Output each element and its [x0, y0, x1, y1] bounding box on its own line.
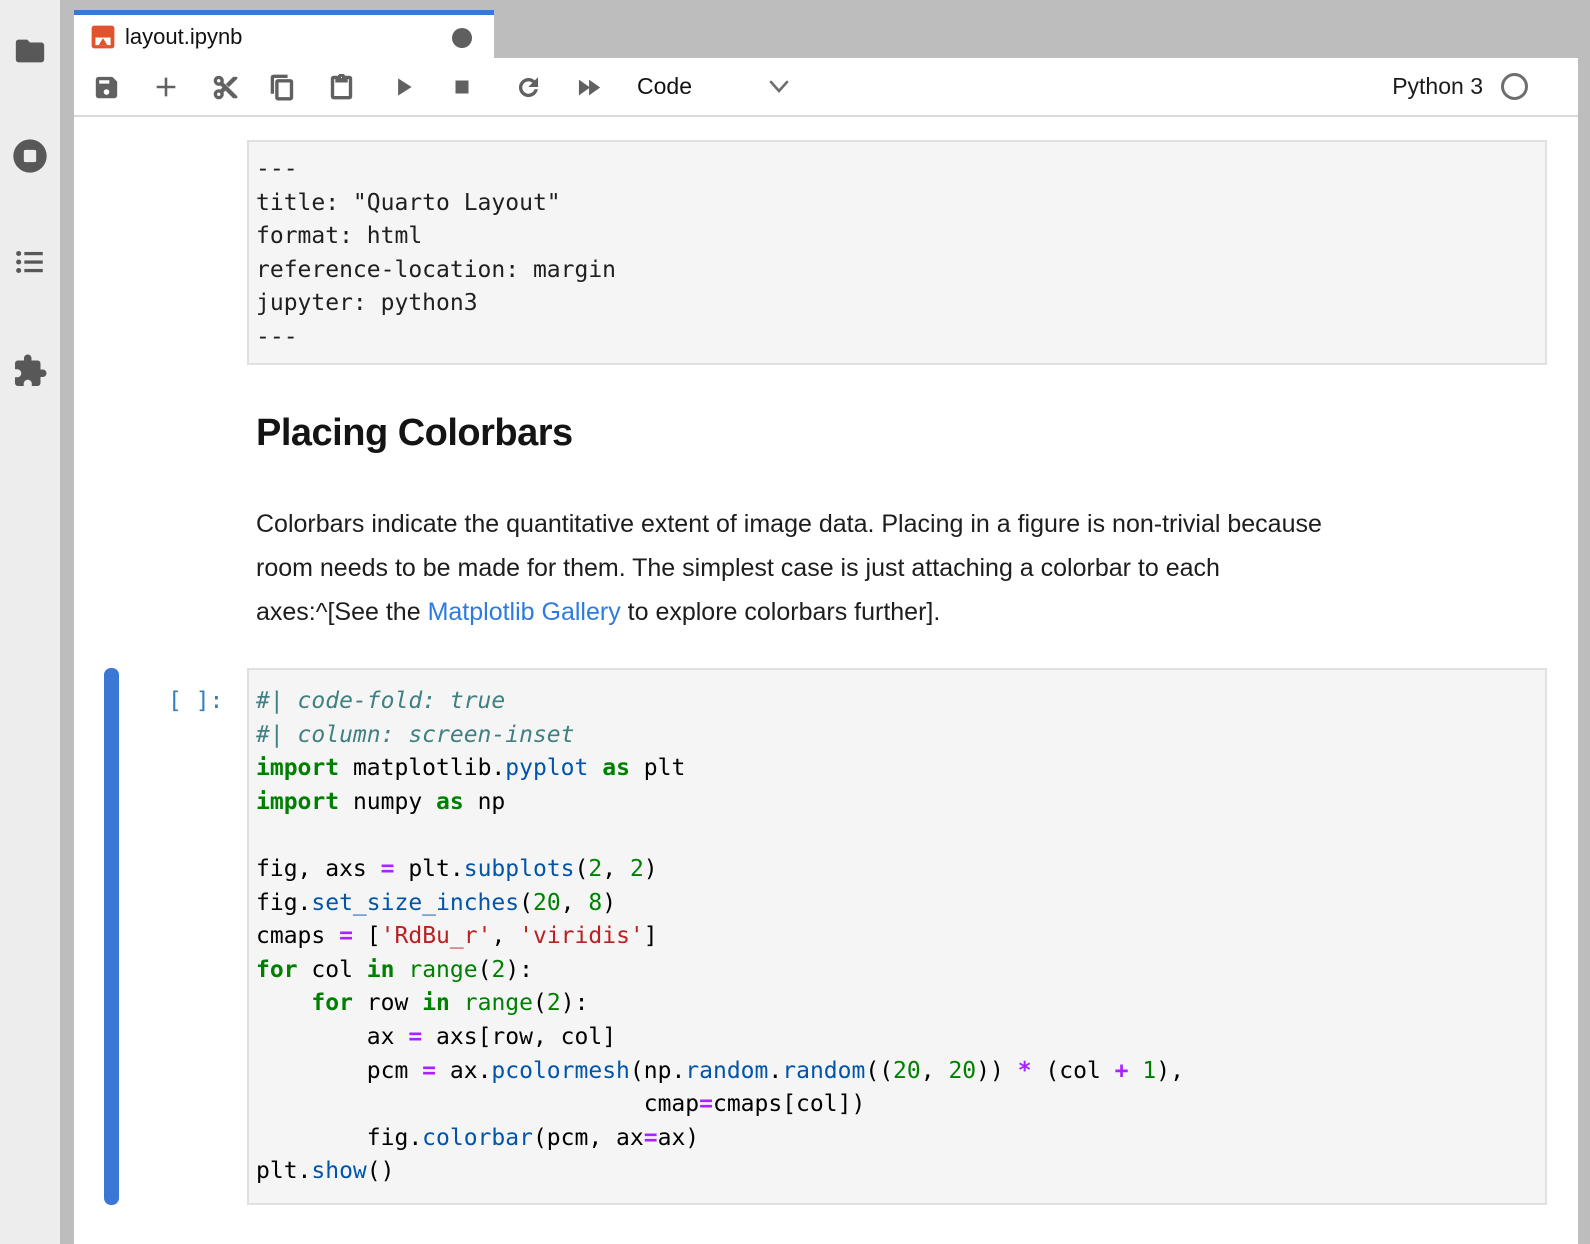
raw-line: reference-location: margin	[256, 254, 1537, 288]
kernel-switcher[interactable]: Python 3	[1392, 58, 1528, 115]
interrupt-kernel-button[interactable]	[442, 67, 482, 107]
table-of-contents-icon	[13, 245, 47, 279]
code-line: fig.colorbar(pcm, ax=ax)	[256, 1122, 1537, 1156]
paragraph-text: room needs to be made for them. The simp…	[256, 554, 1220, 582]
copy-cells-button[interactable]	[262, 67, 302, 107]
folder-icon	[13, 34, 47, 68]
raw-line: title: "Quarto Layout"	[256, 187, 1537, 221]
matplotlib-gallery-link[interactable]: Matplotlib Gallery	[428, 598, 621, 626]
code-line: cmaps = ['RdBu_r', 'viridis']	[256, 920, 1537, 954]
tab-title: layout.ipynb	[125, 24, 242, 50]
code-line: for row in range(2):	[256, 987, 1537, 1021]
unsaved-changes-dot	[452, 28, 472, 48]
restart-icon	[515, 74, 542, 101]
save-icon	[93, 74, 120, 101]
save-button[interactable]	[86, 67, 126, 107]
restart-kernel-button[interactable]	[508, 67, 548, 107]
notebook-toolbar: Code Python 3	[74, 58, 1578, 117]
kernel-status-icon	[1501, 73, 1528, 100]
raw-cell-content: ---title: "Quarto Layout"format: htmlref…	[256, 153, 1537, 355]
code-line: for col in range(2):	[256, 954, 1537, 988]
paragraph-text: to explore colorbars further].	[621, 598, 941, 626]
kernel-name: Python 3	[1392, 73, 1483, 100]
plus-icon	[152, 73, 180, 101]
markdown-heading: Placing Colorbars	[256, 412, 573, 455]
raw-line: format: html	[256, 220, 1537, 254]
insert-cell-button[interactable]	[146, 67, 186, 107]
window-right-edge	[1578, 0, 1590, 1244]
paragraph-line: room needs to be made for them. The simp…	[256, 546, 1536, 590]
code-cell-editor[interactable]: #| code-fold: true#| column: screen-inse…	[247, 668, 1547, 1205]
run-icon	[390, 74, 416, 100]
fast-forward-icon	[575, 74, 602, 101]
cut-cells-button[interactable]	[205, 67, 245, 107]
clipboard-icon	[328, 74, 355, 101]
raw-line: ---	[256, 153, 1537, 187]
code-line: #| code-fold: true	[256, 685, 1537, 719]
tab-bar: layout.ipynb	[74, 0, 1578, 58]
input-prompt: [ ]:	[168, 685, 223, 719]
left-activity-bar	[0, 0, 60, 1244]
tab-layout-ipynb[interactable]: layout.ipynb	[74, 10, 494, 58]
code-line: pcm = ax.pcolormesh(np.random.random((20…	[256, 1055, 1537, 1089]
code-line: cmap=cmaps[col])	[256, 1088, 1537, 1122]
sidebar-item-running-kernels[interactable]	[0, 128, 60, 184]
paste-cells-button[interactable]	[321, 67, 361, 107]
cell-type-value: Code	[637, 73, 692, 100]
stop-icon	[450, 75, 474, 99]
run-cell-button[interactable]	[383, 67, 423, 107]
running-kernels-icon	[10, 136, 50, 176]
code-line: import matplotlib.pyplot as plt	[256, 752, 1537, 786]
raw-cell-editor[interactable]: ---title: "Quarto Layout"format: htmlref…	[247, 140, 1547, 365]
restart-run-all-button[interactable]	[568, 67, 608, 107]
sidebar-item-extensions[interactable]	[0, 343, 60, 399]
sidebar-divider	[60, 0, 74, 1244]
paragraph-line: axes:^[See the Matplotlib Gallery to exp…	[256, 590, 1536, 634]
puzzle-icon	[12, 353, 48, 389]
markdown-paragraph: Colorbars indicate the quantitative exte…	[256, 502, 1536, 634]
code-line	[256, 819, 1537, 853]
cell-type-dropdown[interactable]: Code	[637, 58, 857, 115]
paragraph-line: Colorbars indicate the quantitative exte…	[256, 502, 1536, 546]
paragraph-text: axes:^[See the	[256, 598, 428, 626]
scissors-icon	[212, 74, 239, 101]
code-line: import numpy as np	[256, 786, 1537, 820]
code-line: fig.set_size_inches(20, 8)	[256, 887, 1537, 921]
cell-collapser[interactable]	[104, 668, 119, 1205]
raw-line: jupyter: python3	[256, 287, 1537, 321]
sidebar-item-table-of-contents[interactable]	[0, 234, 60, 290]
code-cell-content: #| code-fold: true#| column: screen-inse…	[256, 685, 1537, 1189]
notebook-icon	[90, 24, 116, 50]
code-line: ax = axs[row, col]	[256, 1021, 1537, 1055]
sidebar-item-file-browser[interactable]	[0, 23, 60, 79]
code-line: plt.show()	[256, 1155, 1537, 1189]
code-line: fig, axs = plt.subplots(2, 2)	[256, 853, 1537, 887]
raw-line: ---	[256, 321, 1537, 355]
code-line: #| column: screen-inset	[256, 719, 1537, 753]
chevron-down-icon	[767, 80, 791, 94]
copy-icon	[269, 74, 296, 101]
